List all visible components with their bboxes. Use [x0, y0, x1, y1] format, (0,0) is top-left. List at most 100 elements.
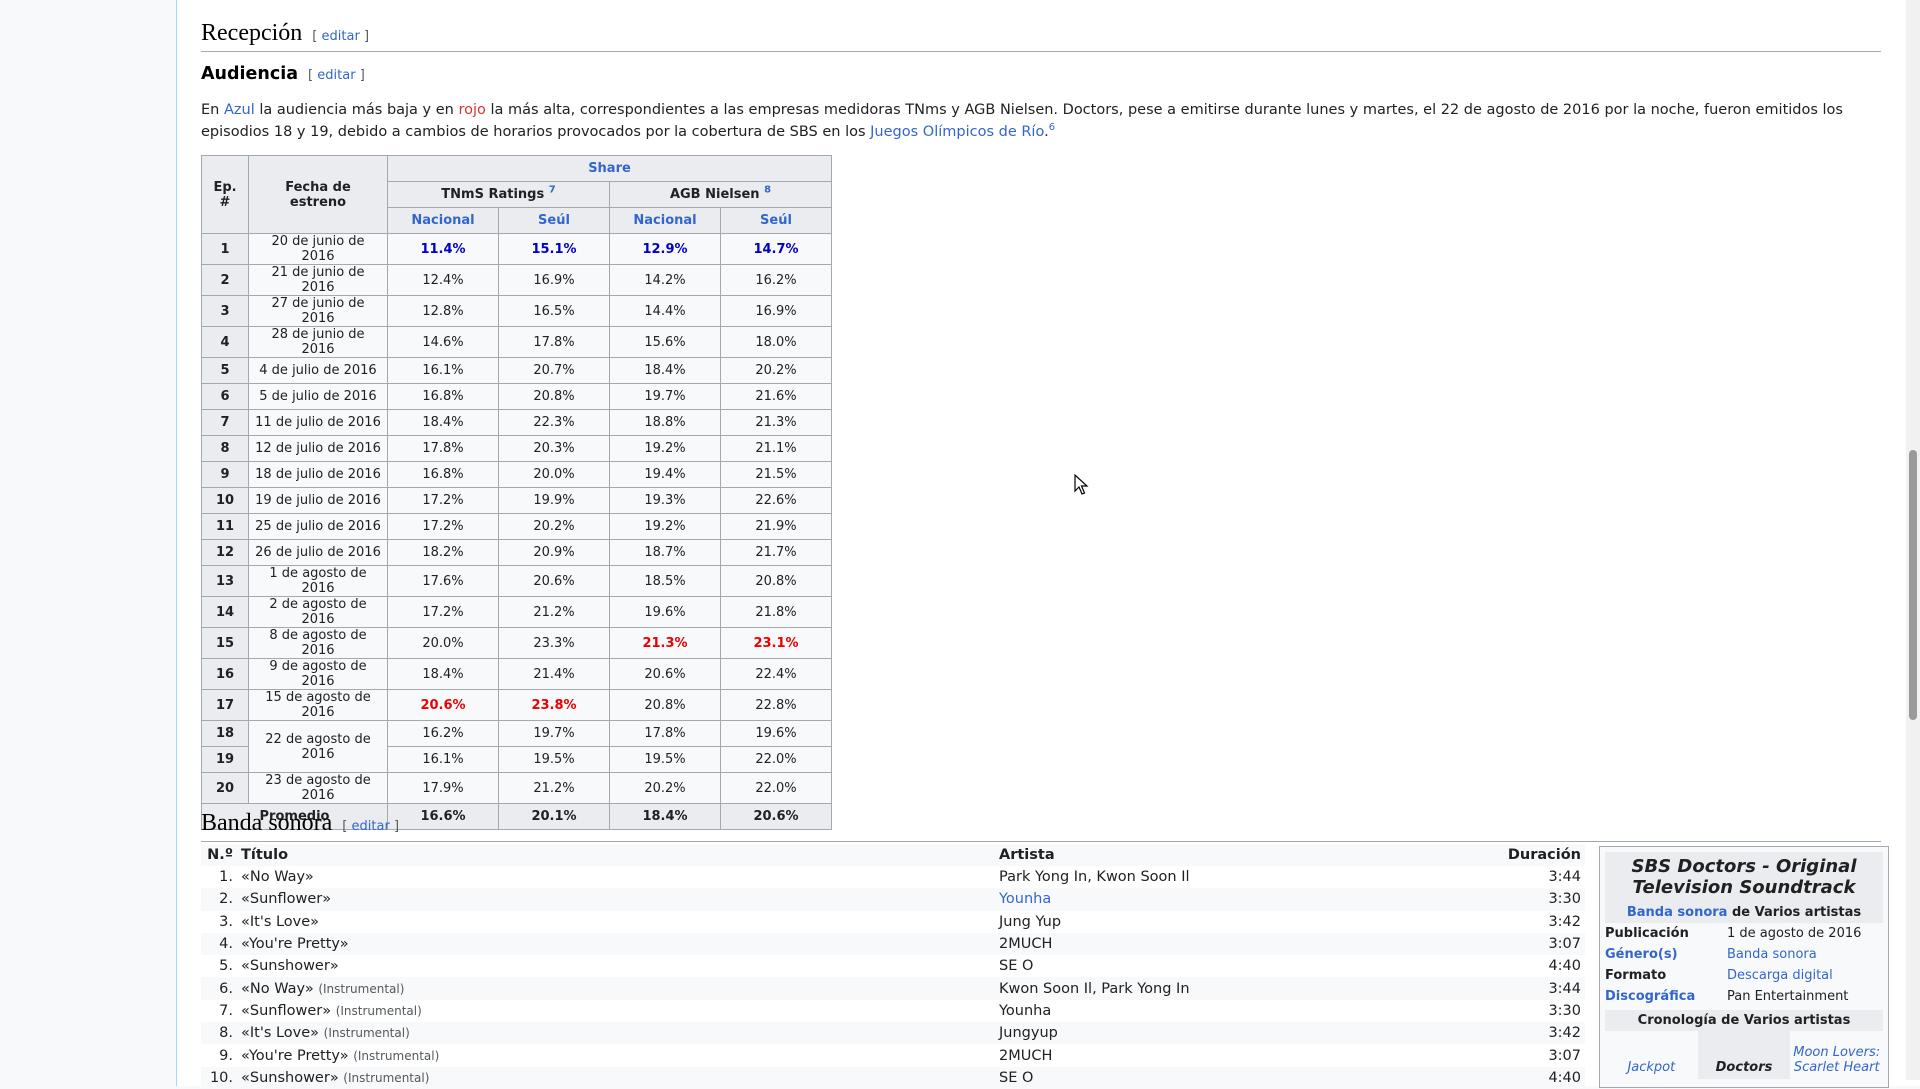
track-artist: Jung Yup	[999, 913, 1062, 930]
infobox-row: Género(s) Banda sonora	[1605, 944, 1883, 965]
rating-value: 18.5%	[609, 565, 721, 597]
track-title: «It's Love»	[241, 1025, 320, 1042]
track-duration: 3:07	[1548, 1047, 1581, 1064]
track-title: «Sunshower»	[241, 1069, 339, 1086]
track-title: «No Way»	[241, 980, 314, 997]
track-row: 7. «Sunflower» (Instrumental) Younha 3:30	[201, 1000, 1585, 1022]
rating-value: 17.2%	[387, 596, 499, 628]
track-row: 10. «Sunshower» (Instrumental) SE O 4:40	[201, 1066, 1585, 1089]
episode-number: 11	[201, 513, 249, 540]
track-title: «You're Pretty»	[241, 936, 349, 953]
track-title: «Sunflower»	[241, 891, 332, 908]
rating-value: 22.0%	[720, 746, 832, 773]
track-title-cell: «Sunflower» (Instrumental)	[237, 1000, 995, 1022]
page-scrollbar[interactable]	[1906, 0, 1920, 1080]
air-date: 9 de agosto de 2016	[248, 658, 388, 690]
rating-value: 16.2%	[387, 720, 499, 747]
track-row: 1. «No Way» Park Yong In, Kwon Soon Il 3:44	[201, 866, 1585, 888]
tracklist-table: N.º Título Artista Duración 1. «No Way» Pa…	[201, 844, 1585, 1089]
track-duration: 4:40	[1413, 1066, 1585, 1089]
episode-number: 14	[201, 596, 249, 628]
air-date: 1 de agosto de 2016	[248, 565, 388, 597]
col-header-date: Fecha de estreno	[248, 155, 388, 234]
col-header-tnms-seul[interactable]: Seúl	[498, 207, 610, 234]
track-number: 6.	[201, 977, 237, 1000]
ratings-row: 12 26 de julio de 2016 18.2% 20.9% 18.7% 21.7…	[201, 539, 832, 566]
tnms-ref-link[interactable]: 7	[549, 185, 556, 196]
rating-value: 17.2%	[387, 487, 499, 514]
col-header-agb-seul[interactable]: Seúl	[720, 207, 832, 234]
col-header-share[interactable]: Share	[387, 155, 832, 182]
azul-link[interactable]: Azul	[224, 102, 255, 118]
infobox-key-link[interactable]: Género(s)	[1605, 947, 1727, 962]
episode-number: 4	[201, 326, 249, 358]
infobox-value-link[interactable]: Banda sonora	[1727, 947, 1817, 962]
agb-ref-link[interactable]: 8	[764, 185, 771, 196]
track-note: (Instrumental)	[343, 1070, 430, 1085]
ratings-row: 10 19 de julio de 2016 17.2% 19.9% 19.3% 22.6…	[201, 487, 832, 514]
track-row: 2. «Sunflower» Younha 3:30	[201, 888, 1585, 911]
air-date: 28 de junio de 2016	[248, 326, 388, 358]
rating-value: 17.8%	[387, 435, 499, 462]
track-duration: 3:44	[1413, 977, 1585, 1000]
air-date: 19 de julio de 2016	[248, 487, 388, 514]
rating-value: 19.6%	[609, 596, 721, 628]
rating-value: 19.5%	[609, 746, 721, 773]
soundtrack-infobox: SBS Doctors - Original Television Soundt…	[1599, 846, 1889, 1088]
olympics-link[interactable]: Juegos Olímpicos de Río	[870, 124, 1044, 140]
rating-value: 20.8%	[609, 689, 721, 721]
col-header-agb-nacional[interactable]: Nacional	[609, 207, 721, 234]
infobox-row: Discográfica Pan Entertainment	[1605, 986, 1883, 1007]
scroll-thumb[interactable]	[1909, 450, 1917, 720]
edit-link-audience[interactable]: editar	[317, 68, 355, 83]
track-artist: Younha	[999, 1002, 1052, 1019]
mouse-cursor-icon	[1074, 474, 1089, 495]
infobox-value-link[interactable]: Descarga digital	[1727, 968, 1833, 983]
rating-value: 20.9%	[498, 539, 610, 566]
rating-value: 20.7%	[498, 357, 610, 384]
rating-value: 22.6%	[720, 487, 832, 514]
track-title: «It's Love»	[241, 913, 320, 930]
rating-value: 12.4%	[387, 264, 499, 296]
track-duration: 3:44	[1548, 869, 1581, 886]
edit-link-soundtrack[interactable]: editar	[352, 819, 390, 834]
soundtrack-type-link[interactable]: Banda sonora	[1627, 905, 1728, 920]
episode-number: 1	[201, 233, 249, 265]
col-header-tnms-nacional[interactable]: Nacional	[387, 207, 499, 234]
track-row: 6. «No Way» (Instrumental) Kwon Soon Il, P…	[201, 977, 1585, 1000]
track-number: 4.	[201, 932, 237, 956]
rating-value: 23.1%	[720, 627, 832, 659]
rating-value: 20.3%	[498, 435, 610, 462]
rating-value: 21.8%	[720, 596, 832, 628]
edit-link-reception[interactable]: editar	[322, 29, 360, 44]
rating-value: 19.2%	[609, 513, 721, 540]
air-date: 12 de julio de 2016	[248, 435, 388, 462]
chron-next-link[interactable]: Moon Lovers: Scarlet Heart	[1790, 1031, 1883, 1079]
rating-value: 16.1%	[387, 357, 499, 384]
episode-number: 13	[201, 565, 249, 597]
rating-value: 14.7%	[720, 233, 832, 265]
infobox-key: Publicación	[1605, 926, 1689, 941]
rating-value: 17.6%	[387, 565, 499, 597]
rating-value: 20.0%	[387, 627, 499, 659]
track-artist-link[interactable]: Younha	[995, 888, 1414, 911]
track-artist: SE O	[999, 958, 1034, 975]
rating-value: 19.7%	[609, 383, 721, 410]
rating-value: 19.7%	[498, 720, 610, 747]
ref-link[interactable]: 6	[1049, 122, 1055, 133]
episode-number: 8	[201, 435, 249, 462]
track-artist: Park Yong In, Kwon Soon Il	[999, 869, 1190, 886]
rating-value: 19.5%	[498, 746, 610, 773]
infobox-key-link[interactable]: Discográfica	[1605, 989, 1727, 1004]
rating-value: 22.8%	[720, 689, 832, 721]
rating-value: 16.1%	[387, 746, 499, 773]
episode-number: 17	[201, 689, 249, 721]
col-header-duration: Duración	[1413, 844, 1585, 866]
edit-section: [ editar ]	[312, 29, 370, 44]
rating-value: 18.4%	[609, 357, 721, 384]
rojo-link[interactable]: rojo	[458, 102, 485, 118]
rating-value: 21.5%	[720, 461, 832, 488]
subsection-title: Audiencia	[201, 64, 299, 84]
ratings-row: 20 23 de agosto de 2016 17.9% 21.2% 20.2% 22.…	[201, 772, 832, 804]
chron-prev-link[interactable]: Jackpot	[1605, 1031, 1698, 1079]
